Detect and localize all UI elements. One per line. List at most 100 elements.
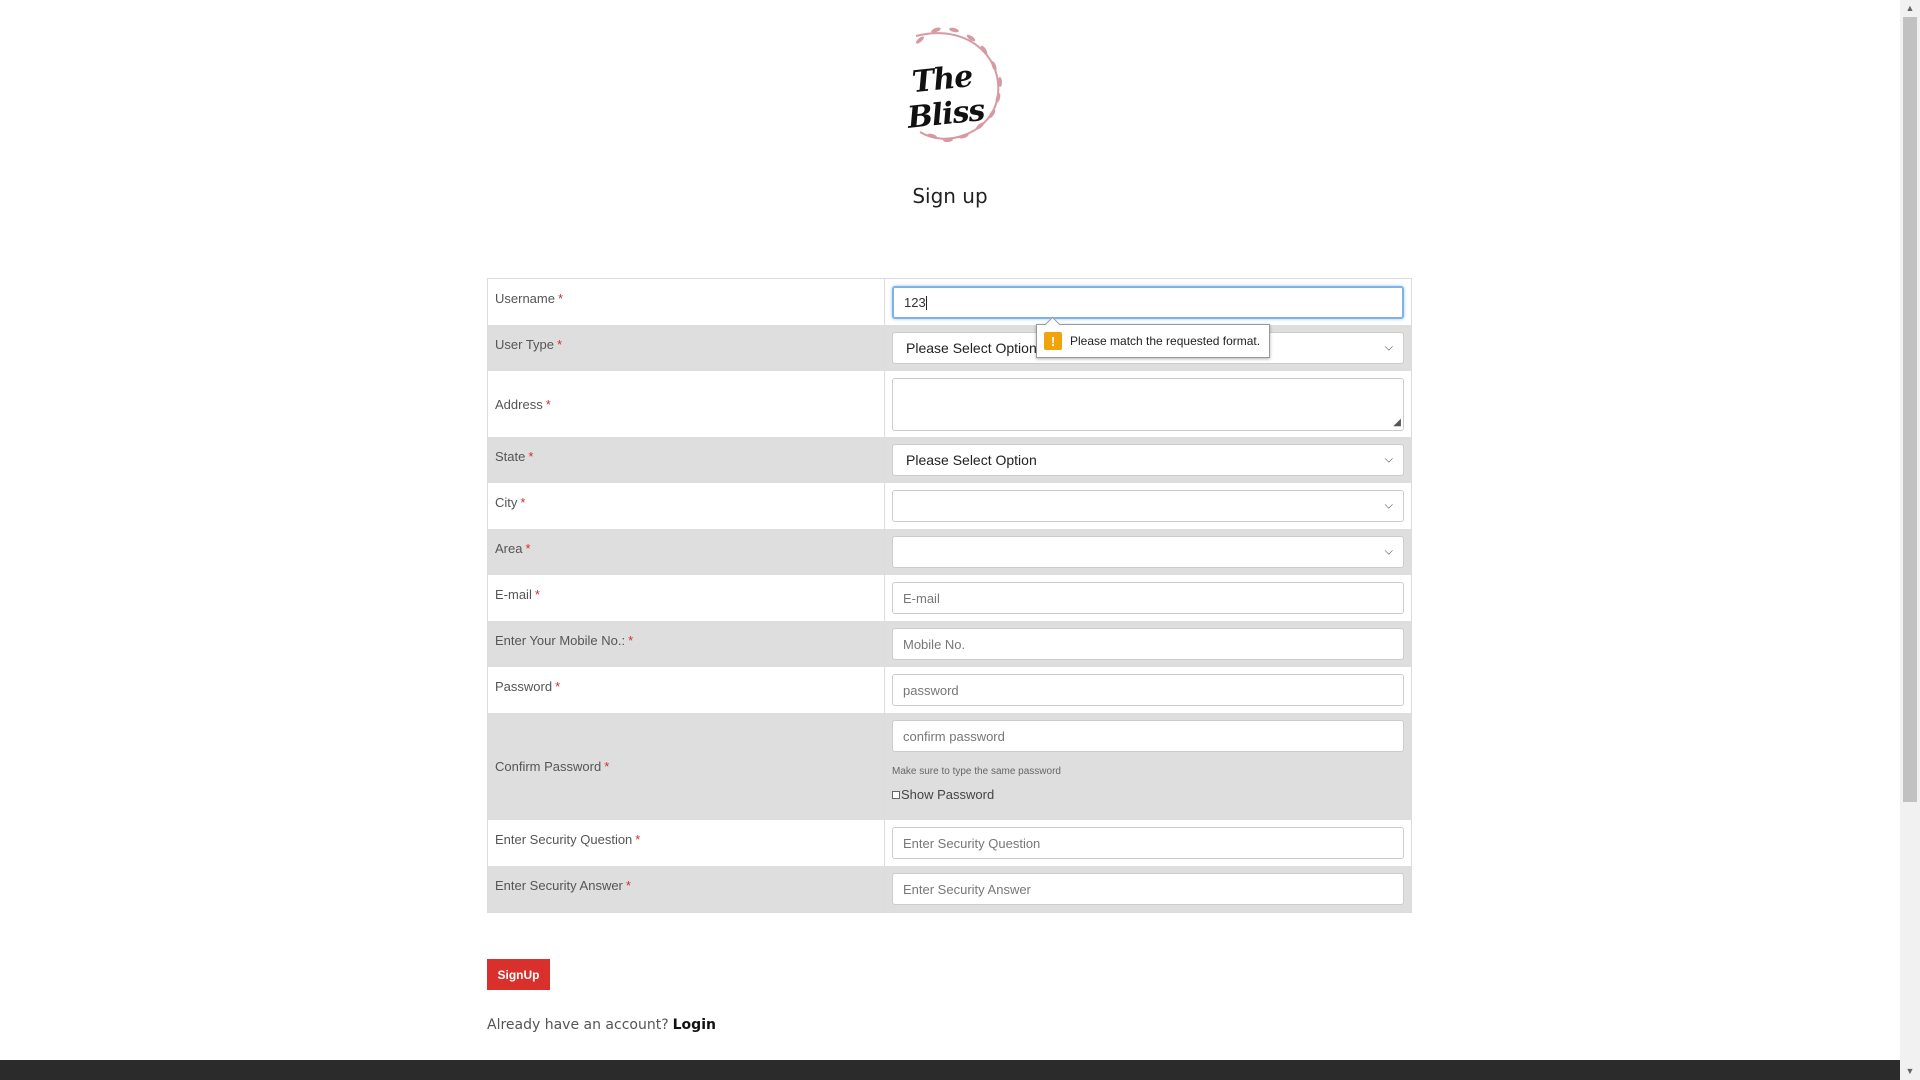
required-mark: * <box>525 541 531 556</box>
username-label: Username * <box>488 279 885 325</box>
scrollbar-thumb[interactable] <box>1903 17 1917 802</box>
confirm-password-label: Confirm Password * <box>488 713 885 820</box>
mobile-placeholder: Mobile No. <box>903 636 966 652</box>
warning-icon: ! <box>1044 332 1062 350</box>
show-password-label: Show Password <box>901 787 995 802</box>
security-question-label-text: Enter Security Question <box>495 832 633 847</box>
chevron-down-icon: ⌵ <box>1384 341 1393 354</box>
address-textarea[interactable]: ◢ <box>892 378 1404 431</box>
security-question-label: Enter Security Question * <box>488 820 885 866</box>
required-mark: * <box>534 587 540 602</box>
confirm-password-label-text: Confirm Password <box>495 759 602 774</box>
state-select[interactable]: Please Select Option ⌵ <box>892 444 1404 476</box>
form-row-mobile: Enter Your Mobile No.: * Mobile No. <box>488 621 1411 667</box>
login-link[interactable]: Login <box>673 1017 716 1033</box>
confirm-password-field[interactable]: confirm password <box>892 720 1404 752</box>
security-question-cell: Enter Security Question <box>885 820 1411 866</box>
required-mark: * <box>545 396 551 412</box>
password-field[interactable]: password <box>892 674 1404 706</box>
required-mark: * <box>520 495 526 510</box>
username-input[interactable]: 123 <box>892 286 1404 319</box>
security-question-field[interactable]: Enter Security Question <box>892 827 1404 859</box>
tooltip-message: Please match the requested format. <box>1070 334 1261 348</box>
required-mark: * <box>557 337 563 352</box>
username-cell: 123 <box>885 279 1411 325</box>
state-cell: Please Select Option ⌵ <box>885 437 1411 483</box>
area-label-text: Area <box>495 541 523 556</box>
area-select[interactable]: ⌵ <box>892 536 1404 568</box>
address-label-text: Address <box>495 396 543 412</box>
scroll-up-arrow-icon[interactable]: ▲ <box>1900 0 1920 17</box>
security-answer-label-text: Enter Security Answer <box>495 878 623 893</box>
resize-handle-icon[interactable]: ◢ <box>1393 417 1401 428</box>
show-password-checkbox[interactable] <box>892 790 900 799</box>
required-mark: * <box>528 449 534 464</box>
city-label-text: City <box>495 495 518 510</box>
form-row-user-type: User Type * Please Select Option ⌵ <box>488 325 1411 371</box>
email-field[interactable]: E-mail <box>892 582 1404 614</box>
area-label: Area * <box>488 529 885 575</box>
bliss-logo: The Bliss <box>876 22 1012 148</box>
city-select[interactable]: ⌵ <box>892 490 1404 522</box>
form-row-password: Password * password <box>488 667 1411 713</box>
city-cell: ⌵ <box>885 483 1411 529</box>
mobile-label-text: Enter Your Mobile No.: <box>495 633 626 648</box>
form-row-state: State * Please Select Option ⌵ <box>488 437 1411 483</box>
confirm-password-cell: confirm password Make sure to type the s… <box>885 713 1411 820</box>
signup-button[interactable]: SignUp <box>487 959 550 990</box>
state-label: State * <box>488 437 885 483</box>
vertical-scrollbar[interactable]: ▲ ▼ <box>1900 0 1920 1080</box>
mobile-cell: Mobile No. <box>885 621 1411 667</box>
chevron-down-icon: ⌵ <box>1384 453 1393 466</box>
text-cursor <box>925 295 927 310</box>
address-label: Address * <box>488 371 885 437</box>
address-cell: ◢ <box>885 371 1411 437</box>
mobile-field[interactable]: Mobile No. <box>892 628 1404 660</box>
form-row-confirm-password: Confirm Password * confirm password Make … <box>488 713 1411 820</box>
email-placeholder: E-mail <box>903 590 940 606</box>
form-row-area: Area * ⌵ <box>488 529 1411 575</box>
area-cell: ⌵ <box>885 529 1411 575</box>
username-label-text: Username <box>495 291 555 306</box>
email-cell: E-mail <box>885 575 1411 621</box>
form-row-email: E-mail * E-mail <box>488 575 1411 621</box>
security-answer-placeholder: Enter Security Answer <box>903 881 1031 897</box>
required-mark: * <box>635 832 641 847</box>
required-mark: * <box>625 878 631 893</box>
validation-tooltip: ! Please match the requested format. <box>1036 324 1271 358</box>
login-prompt: Already have an account? Login <box>487 1017 716 1033</box>
email-label-text: E-mail <box>495 587 532 602</box>
logo-text: The Bliss <box>905 59 986 136</box>
required-mark: * <box>604 759 610 774</box>
password-placeholder: password <box>903 682 959 698</box>
signup-form: Username * 123 User Type * Please Select O… <box>487 278 1412 913</box>
password-cell: password <box>885 667 1411 713</box>
required-mark: * <box>628 633 634 648</box>
form-row-city: City * ⌵ <box>488 483 1411 529</box>
user-type-label-text: User Type <box>495 337 555 352</box>
user-type-selected: Please Select Option <box>906 340 1037 356</box>
footer-bar <box>0 1060 1900 1080</box>
login-prompt-text: Already have an account? <box>487 1017 669 1033</box>
password-hint: Make sure to type the same password <box>892 766 1061 777</box>
scroll-down-arrow-icon[interactable]: ▼ <box>1900 1063 1920 1080</box>
confirm-password-placeholder: confirm password <box>903 728 1005 744</box>
mobile-label: Enter Your Mobile No.: * <box>488 621 885 667</box>
security-answer-field[interactable]: Enter Security Answer <box>892 873 1404 905</box>
user-type-label: User Type * <box>488 325 885 371</box>
page-title: Sign up <box>912 184 988 208</box>
password-label-text: Password <box>495 679 553 694</box>
security-answer-cell: Enter Security Answer <box>885 866 1411 912</box>
email-label: E-mail * <box>488 575 885 621</box>
state-label-text: State <box>495 449 526 464</box>
password-label: Password * <box>488 667 885 713</box>
show-password-toggle[interactable]: Show Password <box>892 787 1404 802</box>
form-row-address: Address * ◢ <box>488 371 1411 437</box>
form-row-username: Username * 123 <box>488 279 1411 325</box>
form-row-security-question: Enter Security Question * Enter Security … <box>488 820 1411 866</box>
required-mark: * <box>555 679 561 694</box>
security-answer-label: Enter Security Answer * <box>488 866 885 912</box>
required-mark: * <box>557 291 564 306</box>
chevron-down-icon: ⌵ <box>1384 545 1393 558</box>
chevron-down-icon: ⌵ <box>1384 499 1393 512</box>
